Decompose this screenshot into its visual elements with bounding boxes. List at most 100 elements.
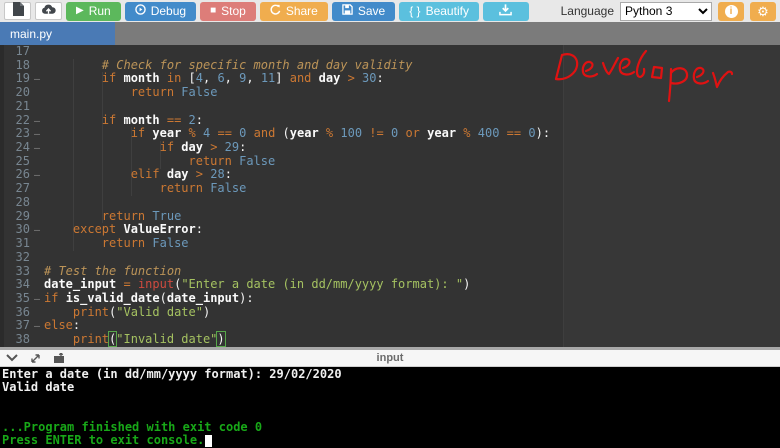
- toolbar: ▶ Run Debug ■ Stop Share Save { } Beauti…: [0, 0, 780, 22]
- code-token: %: [463, 126, 471, 141]
- toolbar-right: Language Python 3 i ⚙: [561, 1, 776, 21]
- line-number[interactable]: 27: [0, 181, 30, 196]
- code-line[interactable]: 27 return False: [0, 181, 780, 196]
- fold-marker-icon[interactable]: ‒: [30, 169, 44, 183]
- line-number[interactable]: 26: [0, 168, 30, 182]
- save-label: Save: [357, 4, 386, 18]
- code-line[interactable]: 36 print("Valid date"): [0, 305, 780, 320]
- info-button[interactable]: i: [718, 1, 744, 21]
- code-line[interactable]: 23 ‒ if year % 4 == 0 and (year % 100 != …: [0, 126, 780, 142]
- code-token: year: [152, 126, 182, 141]
- code-token: ): [216, 331, 226, 347]
- keyboard-icon: [54, 352, 64, 363]
- code-line[interactable]: 34 date_input = input("Enter a date (in d…: [0, 277, 780, 292]
- code-token: 29: [224, 140, 240, 155]
- fold-marker-icon[interactable]: ‒: [30, 293, 44, 307]
- code-line[interactable]: 20 return False: [0, 85, 780, 100]
- code-line[interactable]: 18 # Check for specific month and day va…: [0, 58, 780, 73]
- code-line[interactable]: 17: [0, 45, 780, 59]
- code-line[interactable]: 21: [0, 99, 780, 114]
- code-line[interactable]: 35 ‒ if is_valid_date(date_input):: [0, 291, 780, 307]
- line-number[interactable]: 28: [0, 195, 30, 210]
- code-token: >: [347, 71, 355, 86]
- fold-marker-icon[interactable]: ‒: [30, 224, 44, 238]
- line-number[interactable]: 34: [0, 277, 30, 292]
- fold-marker-icon[interactable]: ‒: [30, 73, 44, 87]
- line-number[interactable]: 21: [0, 99, 30, 114]
- console-output[interactable]: Enter a date (in dd/mm/yyyy format): 29/…: [0, 367, 780, 448]
- code-token: :: [239, 140, 247, 155]
- line-number[interactable]: 25: [0, 154, 30, 169]
- line-number[interactable]: 19: [0, 72, 30, 86]
- code-line[interactable]: 33 # Test the function: [0, 264, 780, 279]
- console-cursor: [205, 434, 213, 447]
- code-line[interactable]: 31 return False: [0, 236, 780, 251]
- tab-label: main.py: [10, 26, 53, 41]
- line-number[interactable]: 33: [0, 264, 30, 279]
- save-button[interactable]: Save: [331, 1, 396, 21]
- code-token: :: [195, 112, 203, 127]
- code-line[interactable]: 30 ‒ except ValueError:: [0, 222, 780, 238]
- line-number[interactable]: 17: [0, 45, 30, 59]
- fold-marker-icon[interactable]: ‒: [30, 115, 44, 129]
- line-number[interactable]: 22: [0, 113, 30, 128]
- line-number[interactable]: 32: [0, 250, 30, 265]
- code-token: False: [210, 181, 247, 196]
- line-number[interactable]: 18: [0, 58, 30, 73]
- beautify-button[interactable]: { } Beautify: [399, 1, 479, 21]
- console-expand-button[interactable]: [30, 353, 41, 364]
- line-number[interactable]: 29: [0, 209, 30, 224]
- language-select[interactable]: Python 3: [620, 1, 712, 21]
- code-line[interactable]: 22 ‒ if month == 2:: [0, 112, 780, 129]
- line-number[interactable]: 35: [0, 291, 30, 306]
- code-token: and: [289, 71, 312, 86]
- fold-marker-icon[interactable]: ‒: [30, 320, 44, 334]
- code-line[interactable]: 26 ‒ elif day > 28:: [0, 168, 780, 182]
- code-token: "Enter a date (in dd/mm/yyyy format): ": [181, 277, 464, 292]
- line-number[interactable]: 24: [0, 140, 30, 155]
- code-editor[interactable]: 17 18 # Check for specific month and day …: [0, 45, 780, 347]
- code-line[interactable]: 28: [0, 195, 780, 210]
- share-button[interactable]: Share: [259, 1, 328, 21]
- line-number[interactable]: 31: [0, 236, 30, 251]
- new-file-button[interactable]: [4, 1, 31, 20]
- download-button[interactable]: [482, 1, 529, 21]
- code-line[interactable]: 19 ‒ if month in [4, 6, 9, 11] and day > …: [0, 72, 780, 86]
- stop-button[interactable]: ■ Stop: [200, 1, 256, 21]
- code-line[interactable]: 25 return False: [0, 154, 780, 169]
- code-token: in: [166, 71, 182, 86]
- fold-marker-icon[interactable]: ‒: [30, 128, 44, 142]
- settings-button[interactable]: ⚙: [750, 1, 776, 21]
- debug-button[interactable]: Debug: [124, 1, 197, 21]
- code-token: 4: [195, 71, 203, 86]
- line-number[interactable]: 23: [0, 127, 30, 141]
- code-token: month: [123, 71, 160, 86]
- fold-marker-icon[interactable]: ‒: [30, 142, 44, 156]
- code-line[interactable]: 32: [0, 250, 780, 265]
- run-button[interactable]: ▶ Run: [66, 1, 121, 21]
- upload-button[interactable]: [35, 2, 62, 20]
- code-token: ==: [506, 126, 522, 141]
- code-line[interactable]: 24 ‒ if day > 29:: [0, 140, 780, 156]
- line-number[interactable]: 37: [0, 319, 30, 333]
- console-keyboard-button[interactable]: [53, 352, 66, 364]
- code-token: return: [101, 208, 146, 223]
- code-line[interactable]: 29 return True: [0, 208, 780, 224]
- line-number[interactable]: 36: [0, 305, 30, 320]
- console-collapse-button[interactable]: [6, 354, 18, 362]
- code-token: =: [123, 277, 131, 292]
- code-line[interactable]: 38 print("Invalid date"): [0, 331, 780, 347]
- line-number[interactable]: 20: [0, 85, 30, 100]
- tab-main-py[interactable]: main.py: [0, 22, 115, 45]
- line-number[interactable]: 30: [0, 223, 30, 237]
- line-number[interactable]: 38: [0, 332, 30, 347]
- code-token: %: [188, 126, 196, 141]
